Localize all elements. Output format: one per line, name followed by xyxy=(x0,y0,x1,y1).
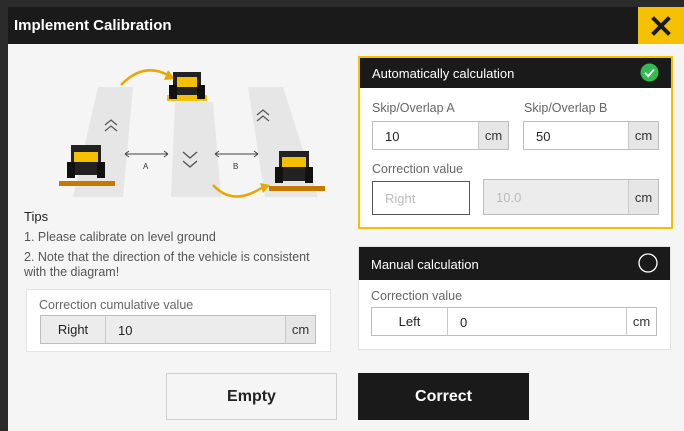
check-circle-icon[interactable] xyxy=(640,63,659,82)
cumulative-value-card: Correction cumulative value Right 10 cm xyxy=(26,289,331,352)
empty-button[interactable]: Empty xyxy=(166,373,337,420)
manual-correction-field[interactable]: Left 0 cm xyxy=(371,307,657,336)
close-button[interactable] xyxy=(638,7,684,44)
distance-arrow-a xyxy=(124,150,169,158)
tip-item: 1. Please calibrate on level ground xyxy=(24,230,216,244)
auto-correction-unit: cm xyxy=(628,180,658,214)
label-b: B xyxy=(233,162,238,171)
curved-arrow-top xyxy=(120,69,169,86)
dialog-title: Implement Calibration xyxy=(14,17,172,34)
auto-correction-placeholder: 10.0 xyxy=(496,190,522,205)
skip-b-value: 50 xyxy=(536,129,551,144)
tip-item: 2. Note that the direction of the vehicl… xyxy=(24,250,310,279)
manual-calculation-panel[interactable]: Manual calculation Correction value Left… xyxy=(358,246,671,350)
left-lane xyxy=(73,87,133,197)
skip-b-unit: cm xyxy=(628,122,658,149)
auto-calculation-title: Automatically calculation xyxy=(372,66,515,81)
manual-correction-unit: cm xyxy=(626,308,656,335)
auto-direction-field[interactable]: Right xyxy=(372,181,470,215)
title-bar: Implement Calibration xyxy=(8,7,684,44)
middle-lane xyxy=(171,102,221,197)
manual-calculation-header[interactable]: Manual calculation xyxy=(359,247,670,280)
cumulative-value: 10 xyxy=(118,323,133,338)
distance-arrow-b xyxy=(214,150,259,158)
cumulative-unit: cm xyxy=(285,316,315,343)
skip-a-input[interactable]: 10 cm xyxy=(372,121,509,150)
skip-a-value: 10 xyxy=(385,129,400,144)
cumulative-label: Correction cumulative value xyxy=(39,298,194,312)
label-a: A xyxy=(143,162,149,171)
auto-calculation-panel[interactable]: Automatically calculation Skip/Overlap A… xyxy=(358,56,673,229)
tips-title: Tips xyxy=(24,209,49,224)
cumulative-value-field: Right 10 cm xyxy=(40,315,316,344)
manual-correction-label: Correction value xyxy=(371,289,463,303)
manual-correction-value[interactable]: 0 xyxy=(460,315,467,330)
skip-a-label: Skip/Overlap A xyxy=(372,101,455,115)
auto-calculation-header[interactable]: Automatically calculation xyxy=(360,58,671,88)
calibration-diagram: A B xyxy=(59,69,325,198)
correct-button[interactable]: Correct xyxy=(358,373,529,420)
implement-calibration-dialog: Implement Calibration A B Tips 1. Please… xyxy=(8,7,684,431)
auto-correction-value-field: 10.0 cm xyxy=(483,179,659,215)
manual-direction-select[interactable]: Left xyxy=(372,308,448,335)
radio-unselected-icon[interactable] xyxy=(638,253,658,273)
skip-b-label: Skip/Overlap B xyxy=(524,101,608,115)
tractor-icon xyxy=(167,72,207,101)
close-x-icon xyxy=(651,15,671,36)
skip-a-unit: cm xyxy=(478,122,508,149)
auto-correction-label: Correction value xyxy=(372,162,464,176)
cumulative-direction: Right xyxy=(41,316,106,343)
auto-direction-placeholder: Right xyxy=(385,191,416,206)
manual-calculation-title: Manual calculation xyxy=(371,257,479,272)
skip-b-input[interactable]: 50 cm xyxy=(523,121,659,150)
